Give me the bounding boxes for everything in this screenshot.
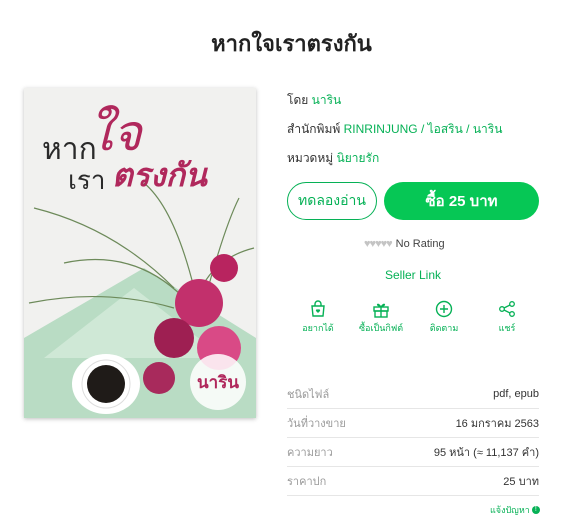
table-row: ราคาปก 25 บาท [287, 467, 539, 496]
follow-action[interactable]: ติดตาม [414, 300, 474, 335]
author-line: โดย นาริน [287, 91, 341, 110]
rose-4 [210, 254, 238, 282]
rating-text: No Rating [395, 238, 445, 250]
detail-value: pdf, epub [493, 388, 539, 400]
gift-icon [373, 303, 389, 318]
table-row: ชนิดไฟล์ pdf, epub [287, 380, 539, 409]
report-problem-link[interactable]: แจ้งปัญหา ! [490, 503, 540, 517]
info-icon: ! [531, 506, 540, 514]
detail-key: ชนิดไฟล์ [287, 389, 330, 401]
bag-heart-icon [311, 300, 325, 317]
try-read-button[interactable]: ทดลองอ่าน [287, 182, 377, 220]
publisher-link[interactable]: RINRINJUNG / ไอสริน / นาริน [344, 122, 503, 136]
detail-value: 25 บาท [503, 476, 539, 488]
category-label: หมวดหมู่ [287, 151, 334, 165]
category-link[interactable]: นิยายรัก [337, 151, 380, 165]
follow-label: ติดตาม [429, 323, 459, 333]
share-label: แชร์ [498, 323, 516, 333]
cover-title-word3: เรา [68, 166, 106, 196]
publisher-line: สำนักพิมพ์ RINRINJUNG / ไอสริน / นาริน [287, 120, 502, 139]
coffee [87, 365, 125, 403]
cover-title-word4: ตรงกัน [112, 156, 207, 194]
publisher-label: สำนักพิมพ์ [287, 122, 341, 136]
share-icon [499, 301, 515, 317]
wishlist-action[interactable]: อยากได้ [288, 300, 348, 335]
share-action[interactable]: แชร์ [477, 300, 537, 335]
heart-icon: ♥♥♥♥♥ [364, 238, 393, 250]
page-title: หากใจเราตรงกัน [211, 31, 372, 56]
rose-5 [143, 362, 175, 394]
rose-2 [154, 318, 194, 358]
cover-author-badge: นาริน [190, 354, 246, 410]
seller-link[interactable]: Seller Link [287, 268, 539, 282]
rating: ♥♥♥♥♥ No Rating [364, 238, 445, 250]
category-line: หมวดหมู่ นิยายรัก [287, 149, 379, 168]
buy-button[interactable]: ซื้อ 25 บาท [384, 182, 539, 220]
details-table: ชนิดไฟล์ pdf, epub วันที่วางขาย 16 มกราค… [287, 380, 539, 496]
detail-key: ความยาว [287, 447, 333, 459]
author-label: โดย [287, 93, 309, 107]
detail-value: 16 มกราคม 2563 [455, 418, 539, 430]
detail-key: วันที่วางขาย [287, 418, 346, 430]
author-link[interactable]: นาริน [312, 93, 342, 107]
wishlist-label: อยากได้ [302, 323, 334, 333]
detail-key: ราคาปก [287, 476, 327, 488]
book-cover[interactable]: หาก ใจ เรา ตรงกัน นาริน [24, 88, 256, 418]
gift-label: ซื้อเป็นกิฟต์ [358, 323, 404, 333]
table-row: ความยาว 95 หน้า (≈ 11,137 คำ) [287, 438, 539, 467]
plus-circle-icon [435, 300, 453, 318]
gift-action[interactable]: ซื้อเป็นกิฟต์ [351, 300, 411, 335]
report-label: แจ้งปัญหา [490, 505, 530, 515]
detail-value: 95 หน้า (≈ 11,137 คำ) [433, 447, 539, 459]
table-row: วันที่วางขาย 16 มกราคม 2563 [287, 409, 539, 438]
